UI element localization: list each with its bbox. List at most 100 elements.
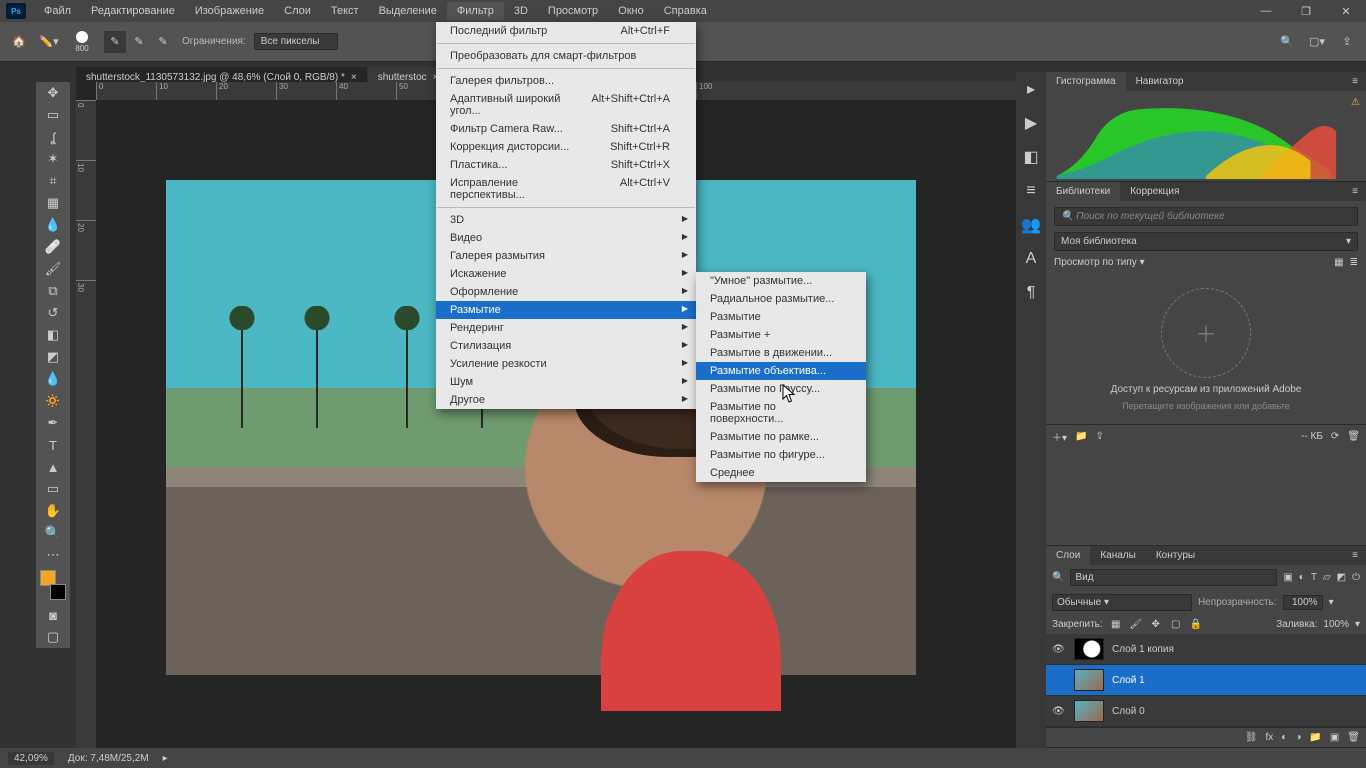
submenu-item[interactable]: Радиальное размытие...: [696, 290, 866, 308]
limit-select[interactable]: Все пикселы: [254, 33, 339, 50]
sample-mode-1-button[interactable]: ✎: [104, 31, 126, 53]
link-layers-icon[interactable]: ⛓: [1245, 732, 1258, 743]
submenu-item[interactable]: Среднее: [696, 464, 866, 482]
history-brush-tool[interactable]: ↺: [36, 302, 70, 324]
layer-group-icon[interactable]: 📁: [1309, 732, 1321, 743]
lib-add-icon[interactable]: ＋▾: [1052, 429, 1067, 444]
filter-image-icon[interactable]: ▣: [1283, 572, 1292, 583]
menu-item[interactable]: Размытие: [436, 301, 696, 319]
submenu-item[interactable]: Размытие: [696, 308, 866, 326]
tab-paths[interactable]: Контуры: [1146, 546, 1205, 565]
filter-adjust-icon[interactable]: ◐: [1299, 572, 1305, 583]
menu-item[interactable]: Преобразовать для смарт-фильтров: [436, 47, 696, 65]
background-color[interactable]: [50, 584, 66, 600]
menu-редактирование[interactable]: Редактирование: [81, 2, 185, 20]
menu-item[interactable]: Галерея размытия: [436, 247, 696, 265]
submenu-item[interactable]: Размытие объектива...: [696, 362, 866, 380]
filter-toggle-icon[interactable]: ⏻: [1352, 572, 1360, 583]
layer-item[interactable]: 👁Слой 0: [1046, 696, 1366, 727]
window-close-button[interactable]: ✕: [1326, 2, 1366, 21]
lib-delete-icon[interactable]: 🗑: [1347, 431, 1360, 442]
panel-icon-3[interactable]: ◧: [1022, 148, 1040, 166]
sample-mode-2-button[interactable]: ✎: [128, 31, 150, 53]
path-select-tool[interactable]: ▲: [36, 456, 70, 478]
menu-item[interactable]: Галерея фильтров...: [436, 72, 696, 90]
filter-type-icon[interactable]: T: [1311, 572, 1317, 583]
delete-layer-icon[interactable]: 🗑: [1347, 732, 1360, 743]
layer-fx-icon[interactable]: fx: [1266, 732, 1274, 743]
filter-smart-icon[interactable]: ◩: [1337, 572, 1346, 583]
menu-item[interactable]: Адаптивный широкий угол...Alt+Shift+Ctrl…: [436, 90, 696, 120]
menu-справка[interactable]: Справка: [654, 2, 717, 20]
panel-icon-4[interactable]: ≡: [1022, 182, 1040, 200]
menu-изображение[interactable]: Изображение: [185, 2, 274, 20]
blur-tool[interactable]: 💧: [36, 368, 70, 390]
frame-tool[interactable]: ▦: [36, 192, 70, 214]
menu-просмотр[interactable]: Просмотр: [538, 2, 608, 20]
quickmask-button[interactable]: ◙: [36, 604, 70, 626]
layer-visibility-icon[interactable]: 👁: [1052, 706, 1066, 717]
panel-icon-2[interactable]: ▶: [1022, 114, 1040, 132]
submenu-item[interactable]: Размытие по поверхности...: [696, 398, 866, 428]
zoom-tool[interactable]: 🔍: [36, 522, 70, 544]
menu-item[interactable]: Фильтр Camera Raw...Shift+Ctrl+A: [436, 120, 696, 138]
screenmode-button[interactable]: ▢: [36, 626, 70, 648]
home-button[interactable]: 🏠: [8, 31, 30, 53]
window-minimize-button[interactable]: —: [1246, 2, 1286, 20]
workspace-icon[interactable]: ▢▾: [1306, 31, 1328, 53]
menu-item[interactable]: Рендеринг: [436, 319, 696, 337]
share-icon[interactable]: ⇪: [1336, 31, 1358, 53]
tab-layers[interactable]: Слои: [1046, 546, 1090, 565]
search-icon[interactable]: 🔍: [1276, 31, 1298, 53]
brush-preview[interactable]: 800: [68, 28, 96, 56]
menu-файл[interactable]: Файл: [34, 2, 81, 20]
lock-brush-icon[interactable]: 🖌: [1129, 619, 1143, 630]
sample-mode-3-button[interactable]: ✎: [152, 31, 174, 53]
lib-sync-icon[interactable]: ⟳: [1331, 431, 1339, 442]
fill-input[interactable]: 100%: [1323, 619, 1349, 630]
menu-выделение[interactable]: Выделение: [369, 2, 447, 20]
type-tool[interactable]: T: [36, 434, 70, 456]
menu-item[interactable]: 3D: [436, 211, 696, 229]
view-list-icon[interactable]: ≣: [1350, 257, 1358, 268]
panel-menu-icon[interactable]: ≡: [1344, 182, 1366, 201]
window-maximize-button[interactable]: ❐: [1286, 2, 1326, 21]
gradient-tool[interactable]: ◩: [36, 346, 70, 368]
menu-item[interactable]: Видео: [436, 229, 696, 247]
tab-libraries[interactable]: Библиотеки: [1046, 182, 1120, 201]
tab-adjustments[interactable]: Коррекция: [1120, 182, 1189, 201]
layer-item[interactable]: 👁Слой 1 копия: [1046, 634, 1366, 665]
filter-shape-icon[interactable]: ▱: [1323, 572, 1331, 583]
brush-tool[interactable]: 🖌: [36, 258, 70, 280]
library-search-input[interactable]: 🔍 Поиск по текущей библиотеке: [1054, 207, 1358, 226]
dodge-tool[interactable]: 🔅: [36, 390, 70, 412]
submenu-item[interactable]: "Умное" размытие...: [696, 272, 866, 290]
tab-histogram[interactable]: Гистограмма: [1046, 72, 1126, 91]
panel-icon-1[interactable]: ▸: [1022, 80, 1040, 98]
menu-слои[interactable]: Слои: [274, 2, 321, 20]
eyedropper-tool[interactable]: 💧: [36, 214, 70, 236]
menu-3d[interactable]: 3D: [504, 2, 538, 20]
view-grid-icon[interactable]: ▦: [1334, 257, 1343, 268]
shape-tool[interactable]: ▭: [36, 478, 70, 500]
edit-toolbar-button[interactable]: ⋯: [36, 544, 70, 566]
quick-select-tool[interactable]: ✶: [36, 148, 70, 170]
library-select[interactable]: Моя библиотека▾: [1054, 232, 1358, 251]
color-swatch[interactable]: [40, 570, 66, 600]
panel-menu-icon[interactable]: ≡: [1344, 72, 1366, 91]
opacity-input[interactable]: 100%: [1283, 595, 1323, 610]
zoom-readout[interactable]: 42,09%: [8, 752, 54, 765]
tab-channels[interactable]: Каналы: [1090, 546, 1146, 565]
healing-tool[interactable]: 🩹: [36, 236, 70, 258]
panel-menu-icon[interactable]: ≡: [1344, 546, 1366, 565]
submenu-item[interactable]: Размытие по рамке...: [696, 428, 866, 446]
layer-mask-icon[interactable]: ◐: [1281, 732, 1287, 743]
lasso-tool[interactable]: ʆ: [36, 126, 70, 148]
submenu-item[interactable]: Размытие по Гауссу...: [696, 380, 866, 398]
pen-tool[interactable]: ✒: [36, 412, 70, 434]
new-layer-icon[interactable]: ▣: [1330, 732, 1339, 743]
menu-item[interactable]: Пластика...Shift+Ctrl+X: [436, 156, 696, 174]
menu-фильтр[interactable]: Фильтр: [447, 2, 504, 20]
library-dropzone[interactable]: ＋ Доступ к ресурсам из приложений Adobe …: [1046, 274, 1366, 424]
layer-thumbnail[interactable]: [1074, 669, 1104, 691]
